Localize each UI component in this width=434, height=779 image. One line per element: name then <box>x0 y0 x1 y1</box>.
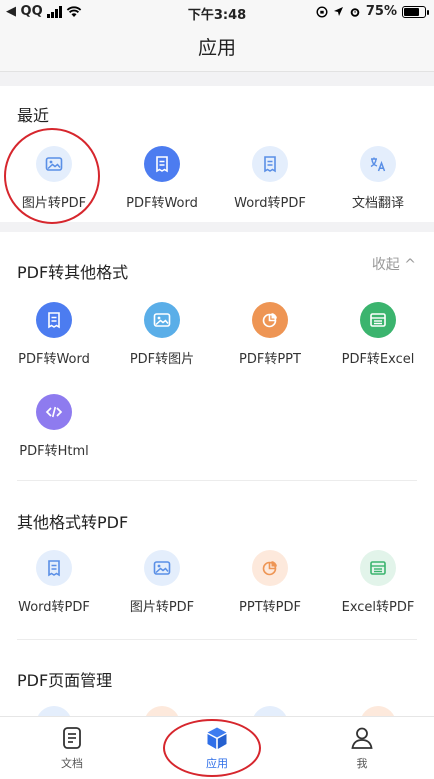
battery-percent: 75% <box>365 4 397 19</box>
translate-icon <box>360 146 396 182</box>
tool-label: PDF转PPT <box>239 352 301 367</box>
tool-pdf-to-ppt[interactable]: PDF转PPT <box>216 302 324 367</box>
tab-bar: 文档 应用 我 <box>0 716 434 779</box>
tab-label: 应用 <box>206 757 228 770</box>
section-divider <box>17 639 417 640</box>
recent-item-label: Word转PDF <box>234 196 306 211</box>
tool-label: PDF转Word <box>18 352 90 367</box>
page-manage-title: PDF页面管理 <box>17 671 113 690</box>
recent-item-label: 文档翻译 <box>351 196 404 211</box>
document-icon <box>252 146 288 182</box>
tool-label: 图片转PDF <box>129 600 195 615</box>
tab-documents[interactable]: 文档 <box>0 725 144 771</box>
recent-item-translate[interactable]: 文档翻译 <box>324 146 432 211</box>
tools-section: PDF转其他格式 收起 ^ PDF转Word PDF转图片 PDF转PPT PD… <box>0 232 434 742</box>
image-icon <box>144 550 180 586</box>
tab-me[interactable]: 我 <box>290 725 434 771</box>
tool-label: PDF转Excel <box>341 352 415 367</box>
tool-label: PDF转图片 <box>129 352 195 367</box>
recent-item-word-to-pdf[interactable]: Word转PDF <box>216 146 324 211</box>
tool-word-to-pdf[interactable]: Word转PDF <box>0 550 108 615</box>
tool-pdf-to-html[interactable]: PDF转Html <box>0 394 108 459</box>
pdf-to-other-title: PDF转其他格式 <box>17 263 129 282</box>
status-bar: ◀ QQ 下午3:48 75% <box>0 0 434 24</box>
tab-label: 我 <box>356 757 368 770</box>
tool-pdf-to-excel[interactable]: PDF转Excel <box>324 302 432 367</box>
rotation-lock-icon <box>316 5 328 18</box>
page-title: 应用 <box>197 37 236 59</box>
table-icon <box>360 302 396 338</box>
code-icon <box>36 394 72 430</box>
person-icon <box>351 727 373 749</box>
tool-pdf-to-image[interactable]: PDF转图片 <box>108 302 216 367</box>
document-icon <box>36 550 72 586</box>
pie-chart-icon <box>252 302 288 338</box>
tab-label: 文档 <box>61 757 83 770</box>
recent-item-image-to-pdf[interactable]: 图片转PDF <box>0 146 108 211</box>
tool-label: Excel转PDF <box>341 600 415 615</box>
image-icon <box>36 146 72 182</box>
cube-icon <box>207 727 227 749</box>
pie-chart-icon <box>252 550 288 586</box>
recent-title: 最近 <box>17 106 50 125</box>
tab-apps[interactable]: 应用 <box>145 725 289 771</box>
tool-label: PPT转PDF <box>239 600 301 615</box>
tool-ppt-to-pdf[interactable]: PPT转PDF <box>216 550 324 615</box>
tool-pdf-to-word[interactable]: PDF转Word <box>0 302 108 367</box>
recent-item-pdf-to-word[interactable]: PDF转Word <box>108 146 216 211</box>
nav-bar: 应用 <box>0 24 434 72</box>
document-list-icon <box>63 727 81 749</box>
document-icon <box>144 146 180 182</box>
tool-label: Word转PDF <box>18 600 90 615</box>
other-to-pdf-title: 其他格式转PDF <box>17 513 129 532</box>
battery-icon <box>402 5 429 18</box>
image-icon <box>144 302 180 338</box>
tool-image-to-pdf[interactable]: 图片转PDF <box>108 550 216 615</box>
recent-section: 最近 图片转PDF PDF转Word Word转PDF 文档翻译 <box>0 86 434 222</box>
recent-item-label: 图片转PDF <box>21 196 87 211</box>
collapse-button[interactable]: 收起 ^ <box>372 254 416 274</box>
document-icon <box>36 302 72 338</box>
alarm-icon <box>350 7 360 17</box>
table-icon <box>360 550 396 586</box>
status-right: 75% <box>316 4 429 19</box>
tool-label: PDF转Html <box>19 444 89 459</box>
location-icon <box>333 7 343 16</box>
recent-item-label: PDF转Word <box>126 196 198 211</box>
section-divider <box>17 480 417 481</box>
tool-excel-to-pdf[interactable]: Excel转PDF <box>324 550 432 615</box>
